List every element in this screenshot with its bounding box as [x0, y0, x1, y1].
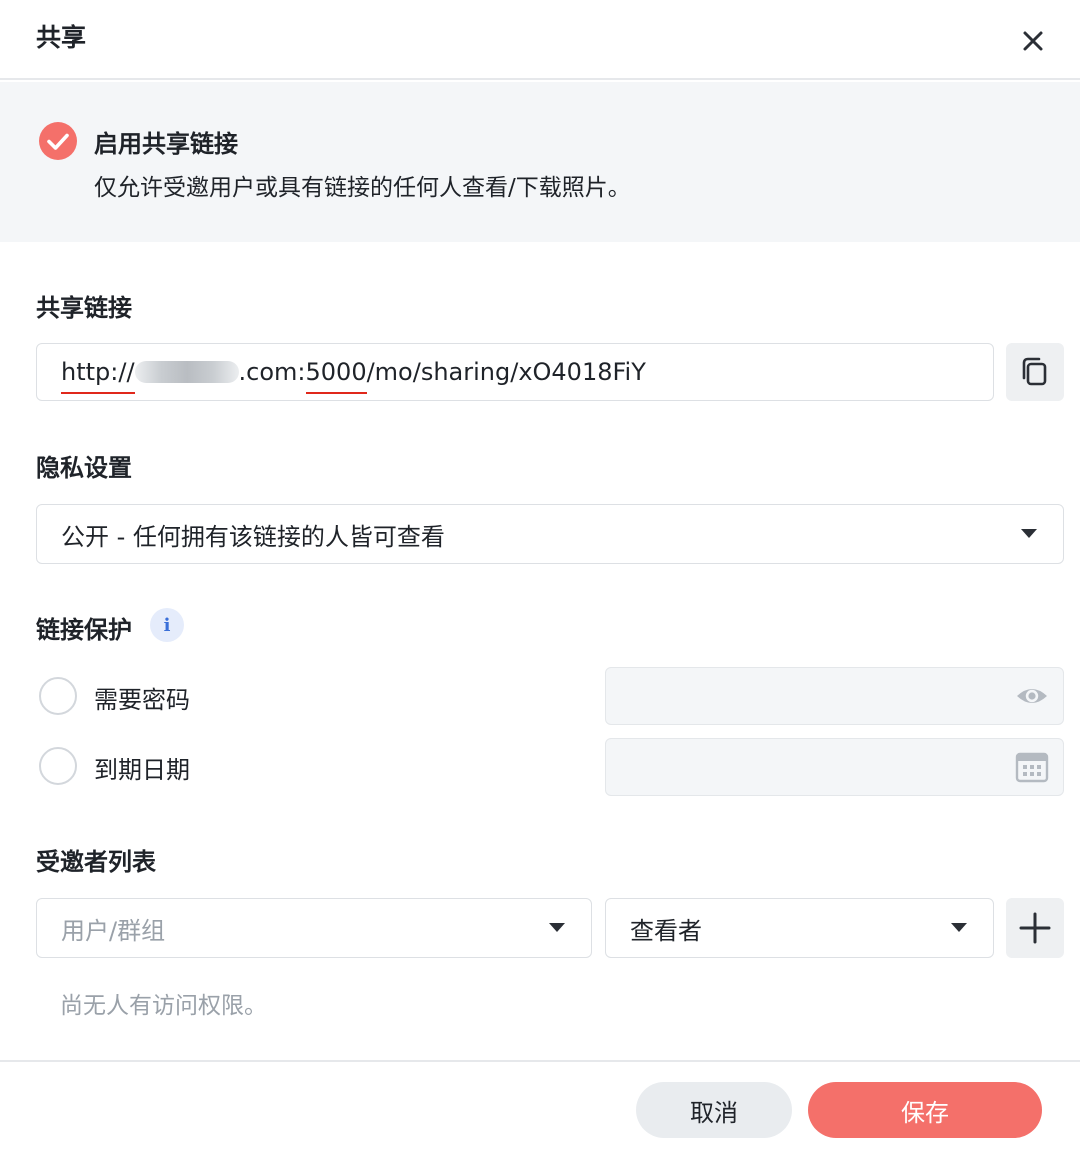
dialog-title: 共享 — [36, 23, 87, 52]
chevron-down-icon — [549, 923, 565, 932]
expiry-option-label: 到期日期 — [94, 756, 190, 784]
empty-invitees-text: 尚无人有访问权限。 — [60, 993, 267, 1019]
user-group-placeholder: 用户/群组 — [61, 916, 166, 945]
link-protection-label: 链接保护 — [36, 616, 132, 644]
share-link-url: http:// .com: 5000/mo/sharing/xO4018FiY — [61, 344, 646, 400]
role-select[interactable]: 查看者 — [605, 898, 994, 958]
close-button[interactable] — [1014, 22, 1052, 60]
privacy-label: 隐私设置 — [36, 454, 132, 482]
eye-icon[interactable] — [1015, 684, 1049, 708]
save-button[interactable]: 保存 — [808, 1082, 1042, 1138]
chevron-down-icon — [951, 923, 967, 932]
role-selected-value: 查看者 — [630, 916, 702, 945]
calendar-icon[interactable] — [1015, 751, 1049, 783]
add-invitee-button[interactable] — [1006, 898, 1064, 958]
checkmark-icon[interactable] — [38, 121, 78, 161]
dialog-header: 共享 — [0, 0, 1080, 80]
close-icon — [1023, 31, 1043, 51]
chevron-down-icon — [1021, 529, 1037, 538]
password-option-label: 需要密码 — [94, 686, 190, 714]
enable-share-description: 仅允许受邀用户或具有链接的任何人查看/下载照片。 — [94, 175, 631, 201]
expiry-checkbox[interactable] — [39, 747, 77, 785]
url-protocol: http:// — [61, 358, 135, 394]
url-path: /mo/sharing/xO4018FiY — [366, 358, 646, 386]
privacy-selected-value: 公开 - 任何拥有该链接的人皆可查看 — [61, 522, 445, 551]
privacy-select[interactable]: 公开 - 任何拥有该链接的人皆可查看 — [36, 504, 1064, 564]
password-input[interactable] — [605, 667, 1064, 725]
info-icon[interactable]: i — [150, 608, 184, 642]
enable-share-title: 启用共享链接 — [94, 130, 238, 158]
share-link-label: 共享链接 — [36, 294, 132, 322]
invitee-list-label: 受邀者列表 — [36, 848, 156, 876]
url-host-suffix: .com: — [238, 358, 306, 386]
redacted-host — [134, 361, 239, 383]
copy-icon — [1022, 357, 1047, 386]
copy-link-button[interactable] — [1006, 343, 1064, 401]
share-link-field[interactable]: http:// .com: 5000/mo/sharing/xO4018FiY — [36, 343, 994, 401]
password-checkbox[interactable] — [39, 677, 77, 715]
user-group-select[interactable]: 用户/群组 — [36, 898, 592, 958]
plus-icon — [1019, 912, 1051, 944]
cancel-button[interactable]: 取消 — [636, 1082, 792, 1138]
url-port: 5000 — [305, 358, 367, 394]
expiry-date-input[interactable] — [605, 738, 1064, 796]
enable-share-banner — [0, 82, 1080, 242]
